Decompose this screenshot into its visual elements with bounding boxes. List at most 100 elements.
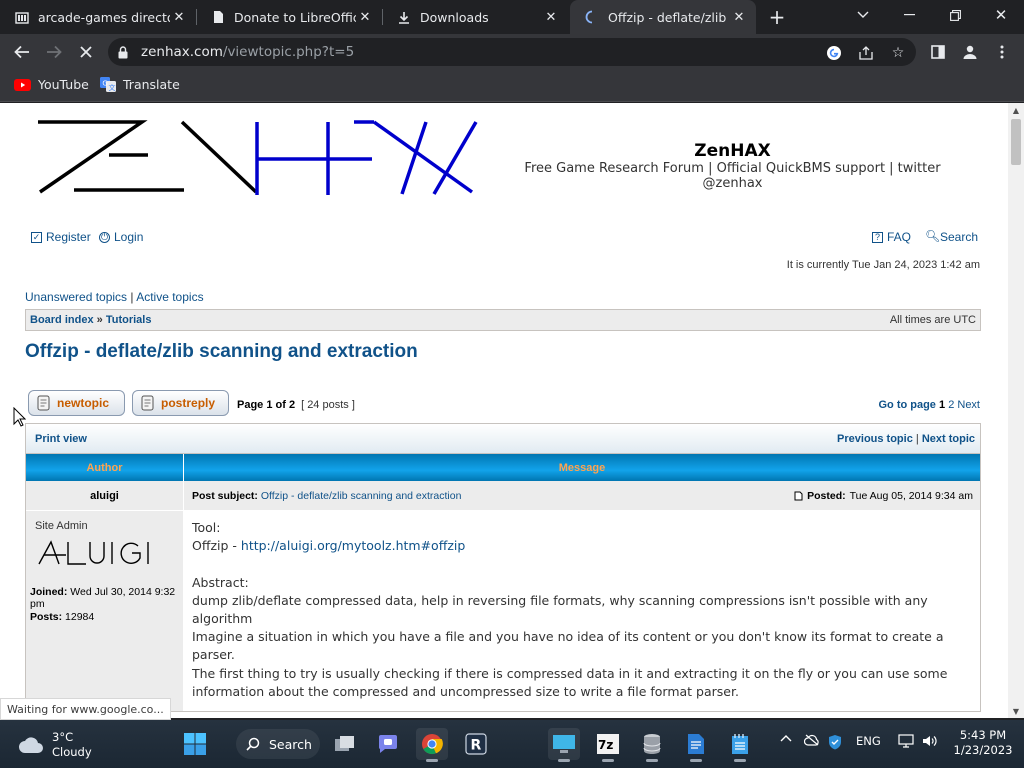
windows-taskbar: 3°C Cloudy Search R 7z ENG 5:43 PM 1/23/…	[0, 720, 1024, 768]
scrollbar-thumb[interactable]	[1011, 119, 1021, 165]
url-text[interactable]: zenhax.com/viewtopic.php?t=5	[141, 44, 354, 60]
volume-icon[interactable]	[922, 734, 938, 748]
tab-title: Donate to LibreOffice |	[234, 9, 356, 25]
running-indicator	[646, 759, 658, 762]
page-label: Page 1 of 2	[237, 399, 296, 411]
running-indicator	[426, 759, 438, 762]
cloud-icon	[19, 737, 43, 753]
close-icon[interactable]: ✕	[542, 8, 560, 26]
goto-page-label[interactable]: Go to page	[878, 399, 935, 411]
close-icon[interactable]: ✕	[356, 8, 374, 26]
topic-title[interactable]: Offzip - deflate/zlib scanning and extra…	[25, 341, 418, 363]
bookmark-star-icon[interactable]: ☆	[889, 44, 907, 62]
loading-spinner-icon	[584, 9, 600, 25]
power-icon: ⏻	[99, 231, 110, 243]
taskbar-clock[interactable]: 5:43 PM 1/23/2023	[948, 728, 1018, 758]
network-icon[interactable]	[898, 734, 914, 748]
posts-count: 12984	[65, 611, 95, 623]
tab-title: Downloads	[420, 9, 489, 25]
scroll-up-arrow-icon[interactable]: ▲	[1008, 103, 1024, 117]
search-label: Search	[940, 230, 979, 244]
bookmark-translate[interactable]: G文 Translate	[100, 77, 180, 92]
chrome-icon[interactable]	[416, 728, 448, 762]
post-profile: Site Admin Joined: Wed Jul 30, 2014 9:32…	[26, 511, 184, 711]
share-icon[interactable]	[857, 44, 875, 62]
notepad-icon[interactable]	[724, 728, 756, 762]
taskbar-search[interactable]: Search	[236, 729, 320, 759]
tab-offzip[interactable]: Offzip - deflate/zlib sca ✕	[570, 0, 756, 34]
monitor-app-icon[interactable]	[548, 728, 580, 762]
active-topics-link[interactable]: Active topics	[136, 290, 203, 304]
side-panel-icon[interactable]	[929, 43, 947, 61]
r-app-icon[interactable]: R	[460, 728, 492, 760]
joined-label: Joined:	[30, 586, 68, 598]
browser-toolbar: zenhax.com/viewtopic.php?t=5 ☆	[0, 34, 1024, 70]
restore-button[interactable]	[932, 0, 978, 30]
new-topic-button[interactable]: new topic	[28, 390, 125, 416]
next-topic-link[interactable]: Next topic	[922, 433, 975, 445]
previous-topic-link[interactable]: Previous topic	[837, 433, 913, 445]
breadcrumb-board-index[interactable]: Board index	[30, 314, 94, 326]
separator: |	[130, 290, 134, 304]
new-tab-button[interactable]: +	[766, 5, 788, 29]
stop-loading-icon[interactable]	[73, 39, 99, 65]
word-doc-icon[interactable]	[680, 728, 712, 762]
database-icon[interactable]	[636, 728, 668, 762]
close-window-button[interactable]: ✕	[978, 0, 1024, 30]
search-link[interactable]: 🔍︎ Search	[925, 230, 979, 245]
running-indicator	[690, 759, 702, 762]
page-2-link[interactable]: 2	[948, 399, 954, 411]
close-icon[interactable]: ✕	[170, 8, 188, 26]
login-link[interactable]: ⏻ Login	[99, 230, 143, 244]
back-arrow-icon[interactable]	[9, 39, 35, 65]
cloud-sync-icon[interactable]	[804, 734, 820, 746]
security-shield-icon[interactable]	[828, 734, 842, 750]
post-reply-button[interactable]: post reply	[132, 390, 229, 416]
tab-arcade-games[interactable]: arcade-games directory ✕	[0, 0, 196, 34]
page-scrollbar[interactable]: ▲ ▼	[1008, 103, 1024, 718]
posted-date: Tue Aug 05, 2014 9:34 am	[849, 490, 973, 502]
url-path: /viewtopic.php?t=5	[222, 44, 355, 60]
status-bubble: Waiting for www.google.co...	[0, 698, 171, 720]
profile-avatar-icon[interactable]	[961, 43, 979, 61]
minimize-button[interactable]	[886, 0, 932, 30]
teams-chat-icon[interactable]	[372, 728, 404, 760]
posts-label: Posts:	[30, 611, 63, 623]
post-icon[interactable]	[794, 491, 803, 501]
post-subject-link[interactable]: Offzip - deflate/zlib scanning and extra…	[261, 490, 462, 502]
post-reply-word-1: post	[161, 396, 187, 410]
google-lens-icon[interactable]	[825, 44, 843, 62]
faq-link[interactable]: ? FAQ	[872, 230, 911, 244]
forward-arrow-icon[interactable]	[41, 39, 67, 65]
breadcrumb-tutorials[interactable]: Tutorials	[106, 314, 152, 326]
lock-icon[interactable]	[118, 44, 128, 63]
post-body-row: Site Admin Joined: Wed Jul 30, 2014 9:32…	[26, 511, 980, 711]
7zip-icon[interactable]: 7z	[592, 728, 624, 762]
show-hidden-icons-chevron-icon[interactable]	[780, 734, 792, 742]
scroll-down-arrow-icon[interactable]: ▼	[1008, 704, 1024, 718]
bookmark-youtube[interactable]: YouTube	[14, 77, 89, 92]
page-viewport: ZenHAX Free Game Research Forum | Offici…	[0, 103, 1008, 718]
address-bar[interactable]: zenhax.com/viewtopic.php?t=5 ☆	[108, 38, 916, 66]
tab-downloads[interactable]: Downloads ✕	[382, 0, 568, 34]
topic-navigation: Previous topic | Next topic	[837, 433, 975, 445]
weather-widget[interactable]: 3°C Cloudy	[18, 730, 92, 760]
tab-libreoffice[interactable]: Donate to LibreOffice | ✕	[196, 0, 382, 34]
new-topic-word-2: topic	[80, 396, 110, 410]
unanswered-topics-link[interactable]: Unanswered topics	[25, 290, 127, 304]
tool-link[interactable]: http://aluigi.org/mytoolz.htm#offzip	[241, 538, 465, 553]
current-page: 1	[939, 399, 946, 411]
task-view-icon[interactable]	[329, 728, 361, 760]
tab-search-chevron-icon[interactable]	[840, 0, 886, 30]
menu-kebab-icon[interactable]	[993, 43, 1011, 61]
zenhax-logo[interactable]	[36, 119, 480, 197]
next-page-link[interactable]: Next	[957, 399, 980, 411]
input-language[interactable]: ENG	[856, 734, 881, 748]
print-view-link[interactable]: Print view	[35, 433, 87, 445]
register-link[interactable]: ✓ Register	[31, 230, 91, 244]
windows-start-icon[interactable]	[179, 728, 211, 760]
tool-line: Offzip - http://aluigi.org/mytoolz.htm#o…	[192, 537, 962, 555]
post-author[interactable]: aluigi	[26, 481, 184, 510]
tool-name: Offzip -	[192, 538, 241, 553]
close-icon[interactable]: ✕	[730, 8, 748, 26]
